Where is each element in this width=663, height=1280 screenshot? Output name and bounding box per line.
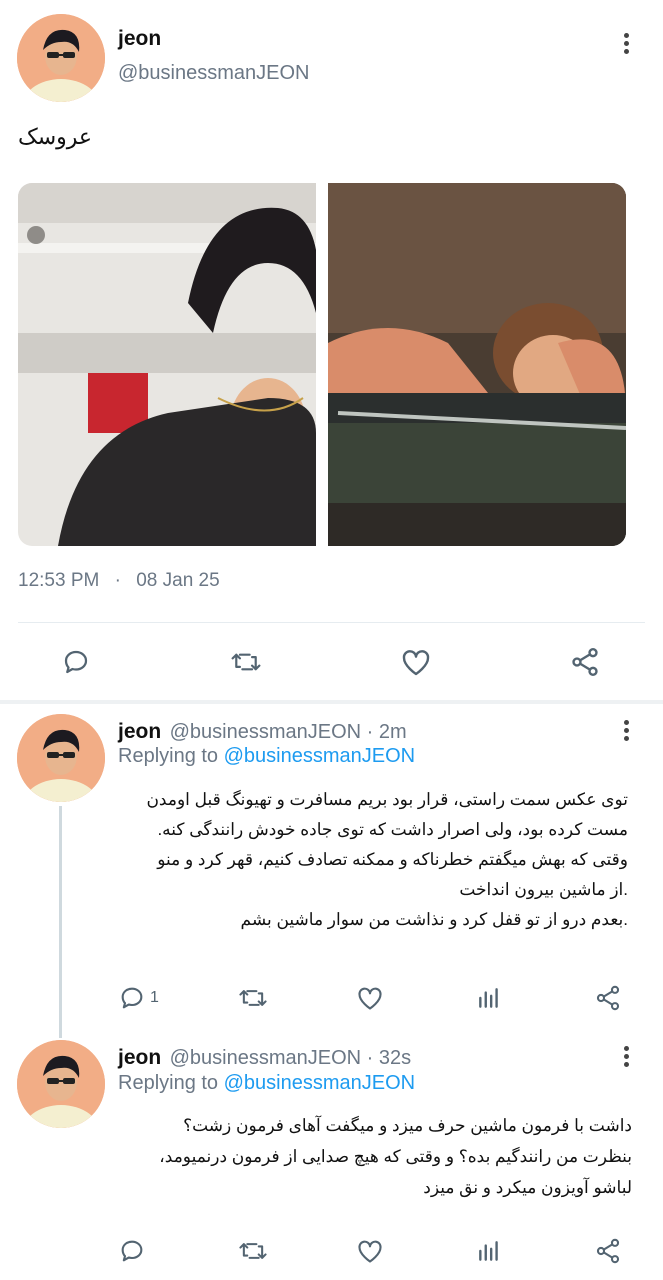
more-options-icon[interactable]: [622, 30, 630, 57]
replying-to-handle[interactable]: @businessmanJEON: [224, 1072, 415, 1094]
section-divider: [0, 700, 663, 704]
reply-text: توی عکس سمت راستی، قرار بود بریم مسافرت …: [118, 785, 628, 935]
reply-icon[interactable]: [118, 1237, 146, 1265]
share-icon[interactable]: [569, 646, 601, 678]
retweet-icon[interactable]: [229, 647, 263, 677]
tweet-timestamp[interactable]: 12:53 PM · 08 Jan 25: [18, 570, 220, 592]
tweet-photo-right[interactable]: [328, 183, 626, 546]
retweet-icon[interactable]: [237, 984, 269, 1012]
retweet-icon[interactable]: [237, 1237, 269, 1265]
reply-meta: @businessmanJEON · 32s: [169, 1047, 412, 1069]
reply-icon[interactable]: 1: [118, 984, 159, 1012]
replying-to-label: Replying to: [118, 1072, 224, 1094]
replying-to: Replying to @businessmanJEON: [118, 745, 415, 768]
tweet-photo-left[interactable]: [18, 183, 316, 546]
reply-header: jeon @businessmanJEON · 32s: [118, 1046, 411, 1070]
heart-icon[interactable]: [400, 647, 432, 677]
reply-line: .از ماشین بیرون انداخت: [459, 880, 628, 899]
share-icon[interactable]: [594, 984, 622, 1012]
reply-author-name[interactable]: jeon: [118, 720, 161, 743]
reply-header: jeon @businessmanJEON · 2m: [118, 720, 407, 744]
tweet-text: عروسک: [18, 124, 93, 149]
analytics-icon[interactable]: [476, 1237, 502, 1265]
author-handle[interactable]: @businessmanJEON: [118, 62, 309, 85]
reply-avatar[interactable]: [17, 714, 105, 802]
reply-line: بنظرت من رانندگیم بده؟ و وقتی که هیچ صدا…: [159, 1147, 632, 1166]
reply-line: داشت با فرمون ماشین حرف میزد و میگفت آها…: [183, 1116, 632, 1135]
author-name[interactable]: jeon: [118, 27, 161, 51]
timestamp-time: 12:53 PM: [18, 570, 100, 591]
author-avatar[interactable]: [17, 14, 105, 102]
reply-icon[interactable]: [61, 647, 91, 677]
reply-author-name[interactable]: jeon: [118, 1046, 161, 1069]
reply-count: 1: [150, 989, 159, 1006]
replying-to-handle[interactable]: @businessmanJEON: [224, 745, 415, 767]
heart-icon[interactable]: [356, 1237, 384, 1265]
replying-to-label: Replying to: [118, 745, 224, 767]
reply-text: داشت با فرمون ماشین حرف میزد و میگفت آها…: [118, 1110, 632, 1203]
reply-line: .بعدم درو از تو قفل کرد و نذاشت من سوار …: [240, 910, 628, 929]
analytics-icon[interactable]: [476, 984, 502, 1012]
more-options-icon[interactable]: [622, 1043, 630, 1070]
timestamp-separator: ·: [114, 570, 121, 591]
heart-icon[interactable]: [356, 984, 384, 1012]
reply-avatar[interactable]: [17, 1040, 105, 1128]
thread-line: [59, 806, 62, 1038]
reply-line: مست کرده بود، ولی اصرار داشت که توی جاده…: [157, 820, 628, 839]
share-icon[interactable]: [594, 1237, 622, 1265]
reply-line: توی عکس سمت راستی، قرار بود بریم مسافرت …: [146, 790, 628, 809]
reply-line: لباشو آویزون میکرد و نق میزد: [423, 1178, 632, 1197]
divider: [18, 622, 645, 623]
reply-line: وقتی که بهش میگفتم خطرناکه و ممکنه تصادف…: [157, 850, 628, 869]
reply-meta: @businessmanJEON · 2m: [169, 721, 407, 743]
replying-to: Replying to @businessmanJEON: [118, 1072, 415, 1095]
timestamp-date: 08 Jan 25: [136, 570, 220, 591]
more-options-icon[interactable]: [622, 717, 630, 744]
